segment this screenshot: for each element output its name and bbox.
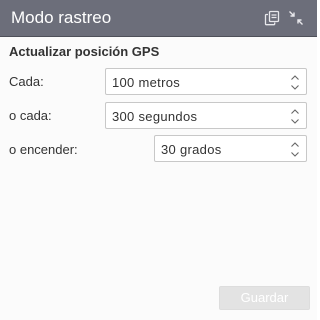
collapse-icon[interactable] (287, 9, 305, 27)
time-value: 300 segundos (112, 109, 198, 124)
panel-title: Modo rastreo (11, 8, 112, 27)
angle-spin-buttons (290, 140, 299, 158)
time-increment-button[interactable] (290, 107, 299, 115)
angle-label: o encender: (9, 142, 78, 157)
panel-header: Modo rastreo (0, 0, 317, 37)
distance-increment-button[interactable] (290, 73, 299, 81)
tracking-mode-panel: Modo rastreo Actualizar posición GPS Cad… (0, 0, 317, 320)
distance-label: Cada: (9, 74, 44, 89)
section-title: Actualizar posición GPS (9, 44, 160, 59)
angle-increment-button[interactable] (290, 140, 299, 148)
copy-icon[interactable] (263, 9, 281, 27)
angle-decrement-button[interactable] (290, 150, 299, 158)
distance-stepper[interactable]: 100 metros (105, 68, 307, 95)
save-button[interactable]: Guardar (219, 286, 310, 310)
distance-decrement-button[interactable] (290, 83, 299, 91)
angle-value: 30 grados (161, 142, 222, 157)
distance-spin-buttons (290, 73, 299, 91)
time-decrement-button[interactable] (290, 117, 299, 125)
distance-value: 100 metros (112, 75, 181, 90)
time-spin-buttons (290, 107, 299, 125)
angle-stepper[interactable]: 30 grados (154, 135, 307, 162)
time-label: o cada: (9, 108, 52, 123)
time-stepper[interactable]: 300 segundos (105, 102, 307, 129)
